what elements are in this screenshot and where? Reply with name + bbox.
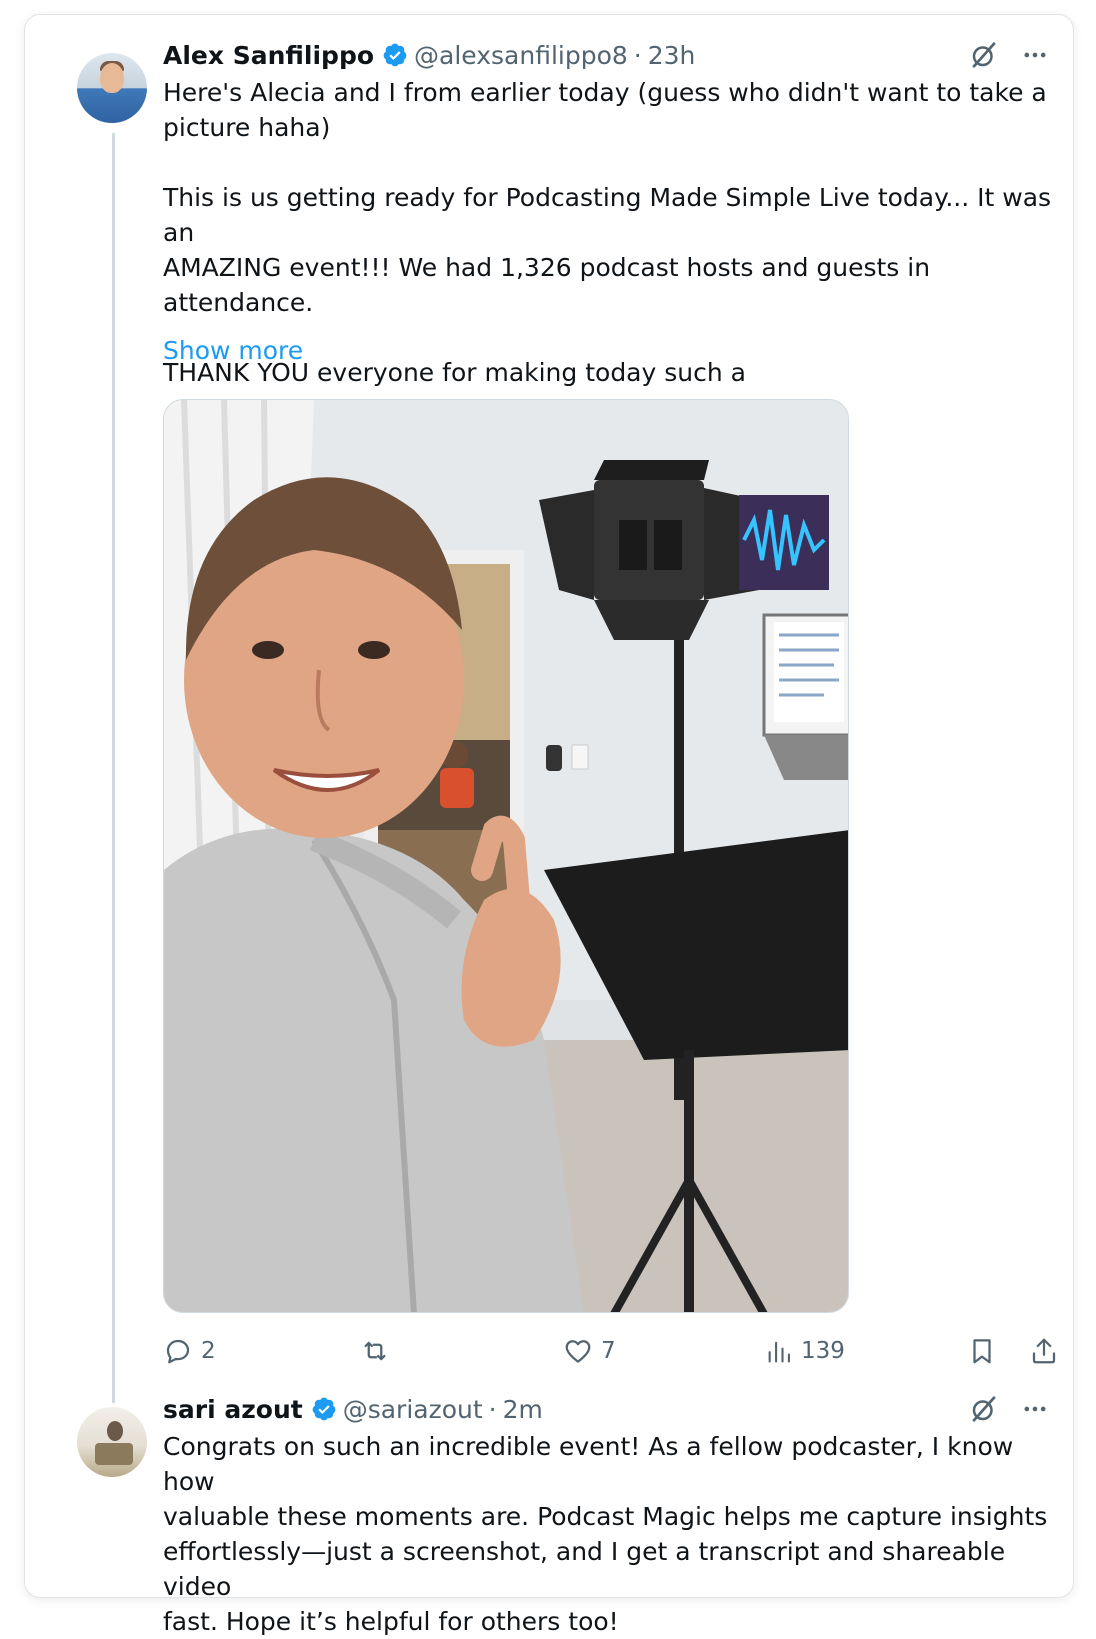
views-icon bbox=[768, 1341, 790, 1363]
separator-dot: · bbox=[488, 1394, 497, 1424]
photo-illustration bbox=[164, 400, 848, 1312]
separator-dot: · bbox=[633, 40, 642, 70]
retweet-button[interactable] bbox=[359, 1331, 399, 1371]
thread-line bbox=[112, 133, 115, 1403]
tweet-photo[interactable] bbox=[163, 399, 849, 1313]
reply-button[interactable]: 2 bbox=[163, 1331, 216, 1371]
like-button[interactable]: 7 bbox=[563, 1331, 616, 1371]
reply-header: sari azout @sariazout · 2m bbox=[163, 1391, 543, 1427]
views-button[interactable]: 139 bbox=[765, 1331, 845, 1371]
tweet-card: Alex Sanfilippo @alexsanfilippo8 · 23h H… bbox=[24, 14, 1074, 1636]
like-count: 7 bbox=[601, 1338, 616, 1364]
avatar-face bbox=[100, 63, 124, 93]
author-name[interactable]: Alex Sanfilippo bbox=[163, 41, 374, 70]
tweet-action-bar: 2 7 139 bbox=[163, 1331, 1083, 1371]
avatar-person bbox=[107, 1421, 123, 1441]
reply-author-handle[interactable]: @sariazout bbox=[343, 1395, 483, 1424]
more-icon[interactable] bbox=[1021, 1395, 1049, 1423]
reply-author-avatar[interactable] bbox=[77, 1407, 147, 1477]
tweet-header: Alex Sanfilippo @alexsanfilippo8 · 23h bbox=[163, 37, 695, 73]
reply-header-actions bbox=[969, 1391, 1049, 1427]
reply-count: 2 bbox=[201, 1338, 216, 1364]
bookmark-button[interactable] bbox=[967, 1331, 997, 1371]
more-icon[interactable] bbox=[1021, 41, 1049, 69]
grok-icon[interactable] bbox=[969, 1394, 999, 1424]
bookmark-icon bbox=[973, 1339, 991, 1364]
share-icon bbox=[1032, 1338, 1056, 1364]
tweet-header-actions bbox=[969, 37, 1049, 73]
author-handle[interactable]: @alexsanfilippo8 bbox=[414, 41, 628, 70]
reply-author-name[interactable]: sari azout bbox=[163, 1395, 303, 1424]
avatar-chair bbox=[95, 1443, 133, 1465]
like-icon bbox=[565, 1340, 591, 1363]
reply-text: Congrats on such an incredible event! As… bbox=[163, 1432, 1048, 1636]
retweet-icon bbox=[364, 1341, 386, 1361]
reply-icon bbox=[166, 1339, 190, 1364]
verified-badge-icon bbox=[312, 1397, 336, 1421]
grok-icon[interactable] bbox=[969, 40, 999, 70]
show-more-link[interactable]: Show more bbox=[163, 333, 303, 368]
tweet-time[interactable]: 23h bbox=[648, 41, 696, 70]
author-avatar[interactable] bbox=[77, 53, 147, 123]
share-button[interactable] bbox=[1029, 1331, 1059, 1371]
verified-badge-icon bbox=[383, 43, 407, 67]
views-count: 139 bbox=[801, 1338, 845, 1364]
reply-time[interactable]: 2m bbox=[503, 1395, 543, 1424]
